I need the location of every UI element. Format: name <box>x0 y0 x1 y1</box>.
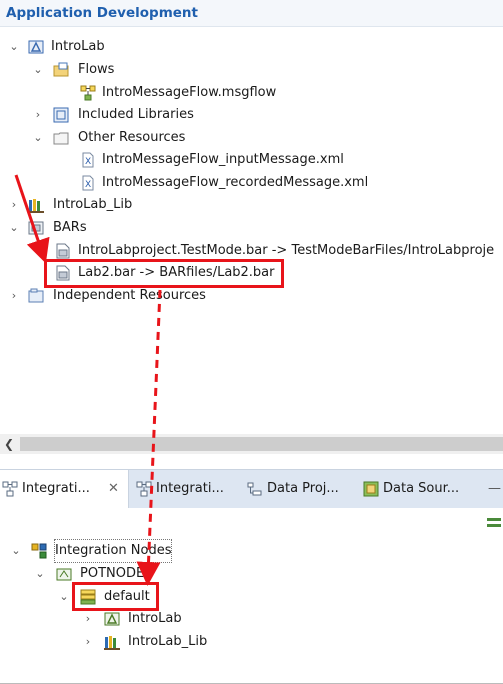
tree-item-introlab[interactable]: ⌄ IntroLab <box>0 36 503 58</box>
tree-item-integration-nodes[interactable]: ⌄ Integration Nodes <box>0 539 503 563</box>
chevron-right-icon[interactable]: › <box>8 285 20 307</box>
bar-file-icon <box>56 243 70 259</box>
tree-label: Independent Resources <box>53 288 206 303</box>
tab-label: Data Sour... <box>383 481 460 496</box>
data-source-icon <box>363 481 379 497</box>
highlight-box-lab2-bar <box>44 259 284 288</box>
application-icon <box>104 612 120 626</box>
data-project-icon <box>247 482 262 496</box>
close-icon[interactable]: ✕ <box>108 470 119 508</box>
scrollbar-thumb[interactable] <box>20 437 503 451</box>
tab-data-source[interactable]: Data Sour... <box>361 470 471 508</box>
chevron-down-icon[interactable]: ⌄ <box>32 127 44 149</box>
folder-icon <box>53 132 69 145</box>
svg-text:X: X <box>85 157 91 167</box>
tab-label: Integrati... <box>156 481 224 496</box>
tab-label: Data Proj... <box>267 481 339 496</box>
svg-text:X: X <box>85 180 91 190</box>
view-tab-bar: Integrati... ✕ Integrati... Data Proj...… <box>0 469 503 509</box>
tree-label: Flows <box>78 62 115 77</box>
tree-item-input-message-xml[interactable]: X IntroMessageFlow_inputMessage.xml <box>0 149 503 171</box>
tab-integration-explorer[interactable]: Integrati... ✕ <box>0 470 129 508</box>
chevron-right-icon[interactable]: › <box>32 104 44 126</box>
tree-item-other-resources[interactable]: ⌄ Other Resources <box>0 127 503 149</box>
filter-icon[interactable] <box>487 516 501 530</box>
tree-item-independent-resources[interactable]: › Independent Resources <box>0 285 503 307</box>
chevron-down-icon[interactable]: ⌄ <box>8 36 20 58</box>
integration-explorer-icon <box>2 481 18 497</box>
tree-item-recorded-message-xml[interactable]: X IntroMessageFlow_recordedMessage.xml <box>0 172 503 194</box>
chevron-down-icon[interactable]: ⌄ <box>8 217 20 239</box>
tree-label: IntroLab_Lib <box>128 634 208 649</box>
tree-label: BARs <box>53 220 87 235</box>
chevron-down-icon[interactable]: ⌄ <box>32 59 44 81</box>
view-toolbar <box>0 508 503 538</box>
tree-item-introlab-lib-deployed[interactable]: › IntroLab_Lib <box>0 631 503 653</box>
chevron-right-icon[interactable]: › <box>8 194 20 216</box>
tab-data-project[interactable]: Data Proj... <box>245 470 351 508</box>
tree-item-flows[interactable]: ⌄ Flows <box>0 59 503 81</box>
message-flow-icon <box>80 85 96 101</box>
tree-label: IntroLab <box>51 39 105 54</box>
highlight-box-default <box>72 582 159 611</box>
minimize-view-icon[interactable]: — <box>488 470 503 508</box>
integration-node-icon <box>56 568 72 581</box>
application-project-icon <box>28 40 44 54</box>
view-header: Application Development <box>0 0 503 27</box>
tree-item-bars[interactable]: ⌄ BARs <box>0 217 503 239</box>
tree-label: IntroLab <box>128 611 182 626</box>
chevron-down-icon[interactable]: ⌄ <box>34 563 46 585</box>
xml-file-icon: X <box>82 175 94 191</box>
tree-label: Integration Nodes <box>53 539 173 563</box>
xml-file-icon: X <box>82 152 94 168</box>
horizontal-scrollbar[interactable]: ❮ <box>0 434 503 454</box>
independent-resources-icon <box>28 288 44 303</box>
tree-label: Other Resources <box>78 130 186 145</box>
library-project-icon <box>28 199 44 213</box>
folder-flows-icon <box>53 62 69 77</box>
integration-nodes-icon <box>31 543 47 559</box>
tree-item-msgflow[interactable]: IntroMessageFlow.msgflow <box>0 82 503 104</box>
tree-label: IntroMessageFlow_inputMessage.xml <box>102 152 344 167</box>
tree-label: Included Libraries <box>78 107 194 122</box>
tree-label: IntroLab_Lib <box>53 197 133 212</box>
tree-item-introlab-deployed[interactable]: › IntroLab <box>0 608 503 630</box>
chevron-down-icon[interactable]: ⌄ <box>58 586 70 608</box>
chevron-right-icon[interactable]: › <box>82 608 94 630</box>
view-title: Application Development <box>6 5 198 21</box>
library-reference-icon <box>53 107 69 123</box>
library-icon <box>104 636 120 650</box>
bars-folder-icon <box>28 221 44 235</box>
tree-label: IntroMessageFlow.msgflow <box>102 85 277 100</box>
integration-icon <box>136 481 152 497</box>
chevron-right-icon[interactable]: › <box>82 631 94 653</box>
chevron-down-icon[interactable]: ⌄ <box>10 540 22 562</box>
tree-item-introlab-lib[interactable]: › IntroLab_Lib <box>0 194 503 216</box>
scroll-left-icon[interactable]: ❮ <box>4 434 14 454</box>
tree-label: IntroMessageFlow_recordedMessage.xml <box>102 175 369 190</box>
tab-integration-2[interactable]: Integrati... <box>134 470 234 508</box>
tab-label: Integrati... <box>22 481 90 496</box>
tree-item-included-libraries[interactable]: › Included Libraries <box>0 104 503 126</box>
